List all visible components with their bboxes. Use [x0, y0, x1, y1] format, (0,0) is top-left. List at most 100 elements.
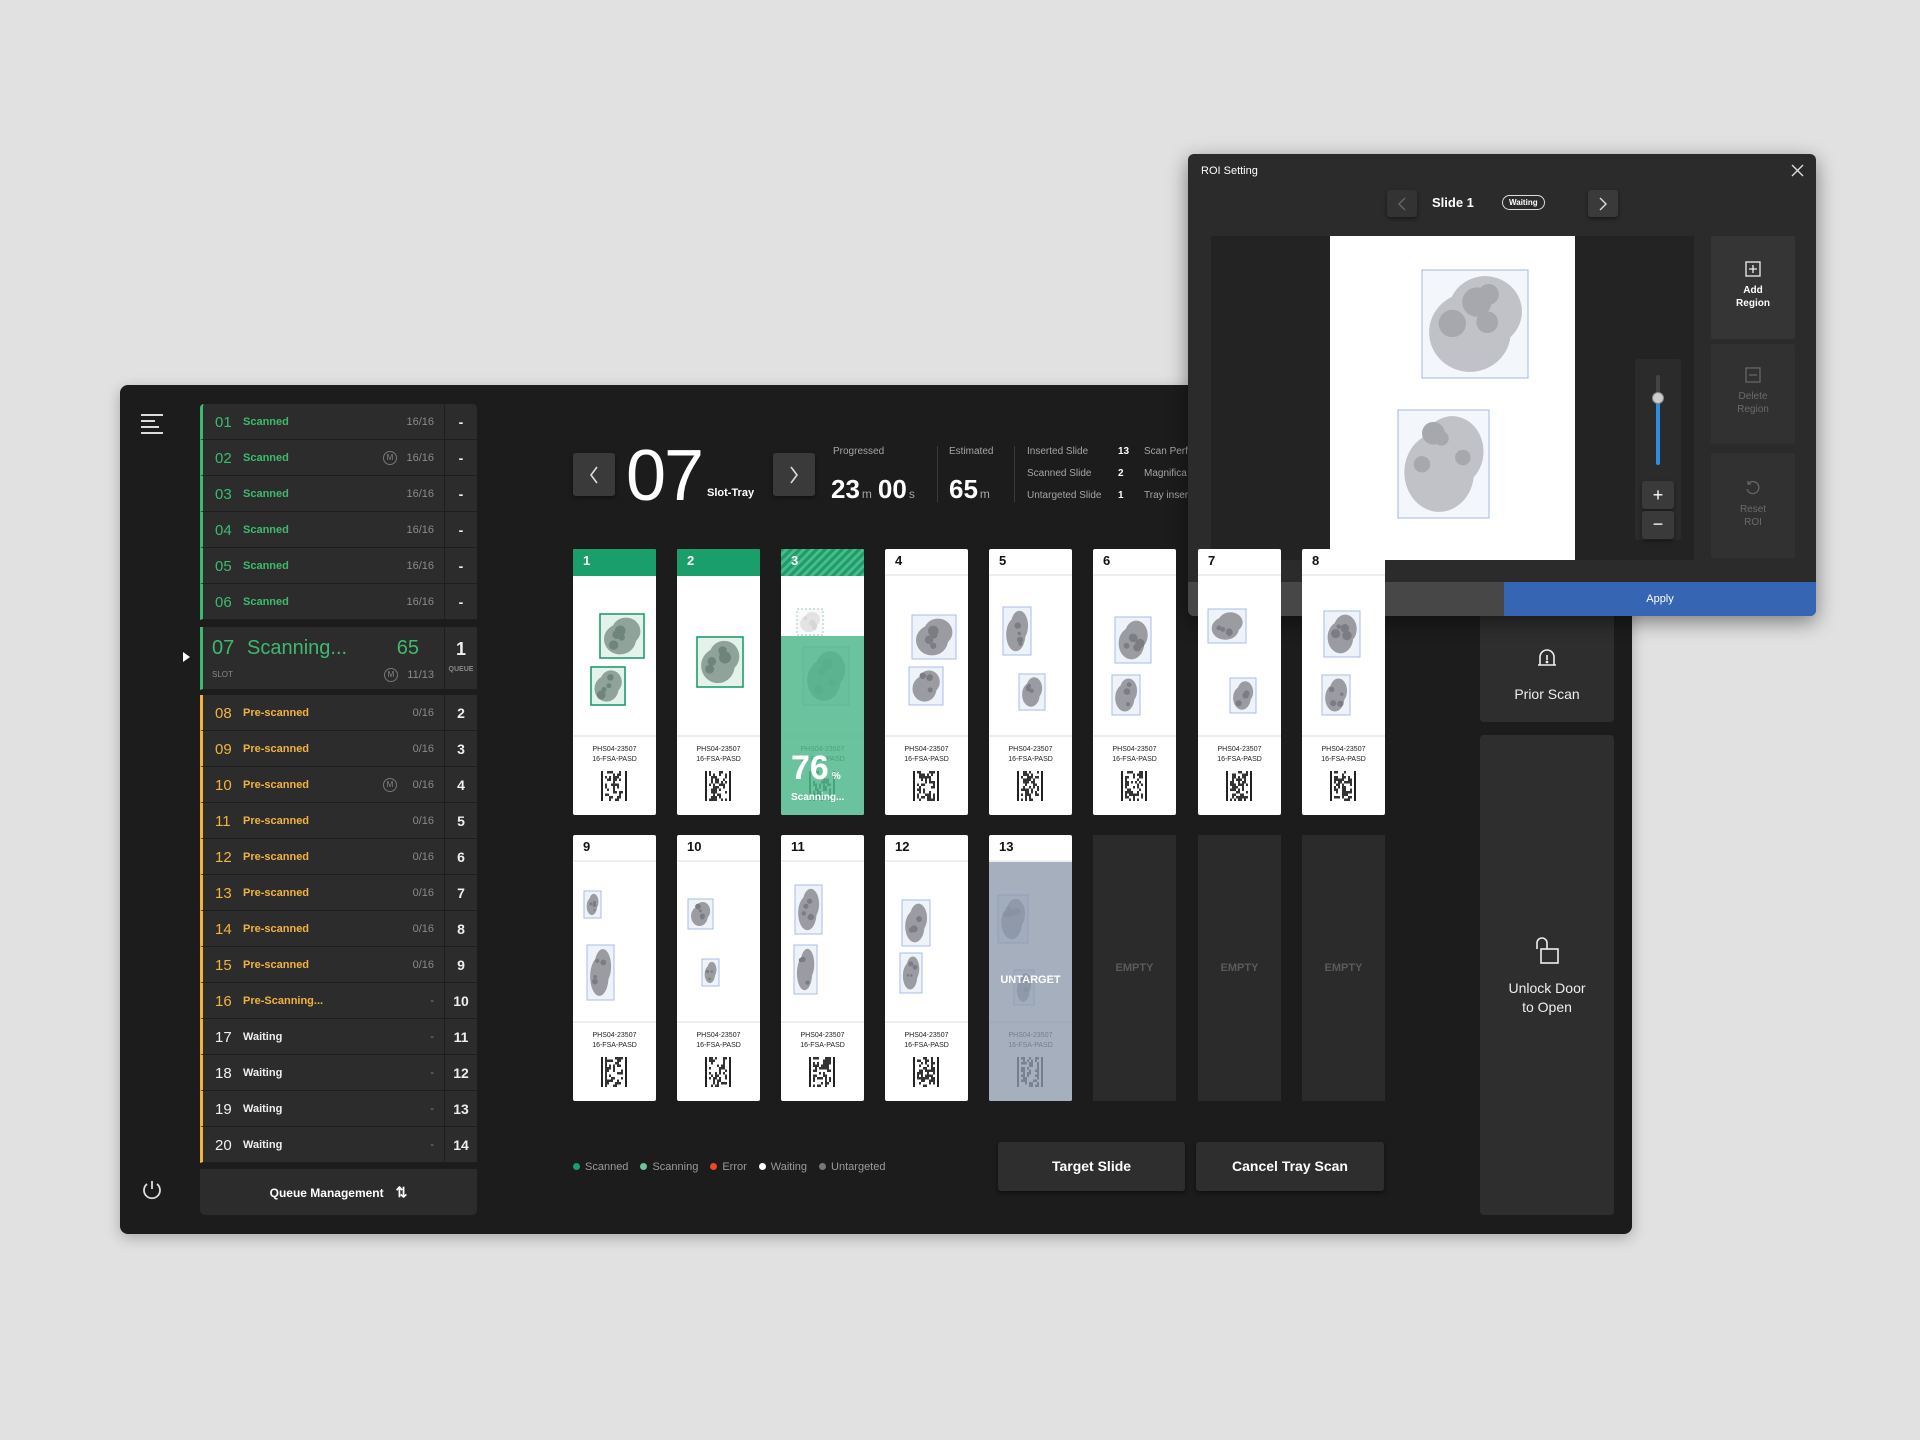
slot-number: 13 [215, 885, 232, 902]
slot-row[interactable]: 10 Pre-scanned 0/16 M 4 [200, 767, 477, 803]
slide-label: PHS04-23507 16-FSA-PASD [573, 745, 656, 765]
slot-status: Pre-scanned [243, 815, 310, 827]
progressed-time: 23 m 00 s [831, 474, 915, 504]
divider [1198, 735, 1281, 737]
slot-row[interactable]: 12 Pre-scanned 0/16 6 [200, 839, 477, 875]
queue-cell: 13 [444, 1091, 477, 1126]
legend-item: Scanned [573, 1161, 628, 1173]
slot-count: 0/16 [412, 887, 434, 899]
next-slide-button[interactable] [1588, 190, 1618, 217]
queue-management-button[interactable]: Queue Management ⇅ [200, 1169, 477, 1215]
slot-row[interactable]: 04 Scanned 16/16- [200, 512, 477, 548]
estimated-label: Estimated [949, 446, 994, 457]
slot-row[interactable]: 05 Scanned 16/16- [200, 548, 477, 584]
slot-status: Scanned [243, 488, 289, 500]
slide-number: 1 [573, 549, 656, 576]
slide-card[interactable]: PHS04-23507 16-FSA-PASD 6 [1093, 549, 1176, 815]
legend-dot-icon [710, 1163, 718, 1170]
scan-progress-overlay [781, 636, 864, 815]
divider [1014, 446, 1015, 502]
slot-row[interactable]: 09 Pre-scanned 0/16 3 [200, 731, 477, 767]
slide-card[interactable]: PHS04-23507 16-FSA-PASD 7 [1198, 549, 1281, 815]
minus-icon: − [1652, 514, 1664, 534]
slot-row[interactable]: 01 Scanned 16/16- [200, 404, 477, 440]
slot-row[interactable]: 19 Waiting -13 [200, 1091, 477, 1127]
slot-row[interactable]: 03 Scanned 16/16- [200, 476, 477, 512]
slide-id-line: PHS04-23507 [592, 1032, 637, 1039]
close-icon[interactable] [1791, 164, 1804, 177]
slot-row[interactable]: 11 Pre-scanned 0/16 5 [200, 803, 477, 839]
legend-dot-icon [758, 1163, 766, 1170]
slot-row[interactable]: 18 Waiting -12 [200, 1055, 477, 1091]
divider [885, 735, 968, 737]
slot-number: 14 [215, 921, 232, 938]
slot-number: 02 [215, 450, 232, 467]
slot-row[interactable]: 02 Scanned 16/16 M - [200, 440, 477, 476]
slide-card[interactable]: PHS04-23507 16-FSA-PASD 1 [573, 549, 656, 815]
slide-card[interactable]: PHS04-23507 16-FSA-PASD 12 [885, 835, 968, 1101]
prev-slot-button[interactable] [573, 453, 615, 496]
slot-row[interactable]: 08 Pre-scanned 0/16 2 [200, 695, 477, 731]
slot-row[interactable]: 07 Scanning... 65 SLOT 11/13 M 1 QUEUE [200, 627, 477, 690]
delete-region-button[interactable]: Delete Region [1711, 344, 1795, 444]
status-badge: Waiting [1502, 195, 1545, 210]
queue-management-label: Queue Management [269, 1186, 384, 1200]
slide-number: 7 [1198, 549, 1281, 576]
zoom-slider-handle[interactable] [1652, 391, 1664, 404]
menu-icon[interactable] [141, 414, 163, 434]
stat-label: Inserted Slide [1027, 446, 1089, 457]
slide-id-line: 16-FSA-PASD [1217, 756, 1262, 763]
slide-card[interactable]: PHS04-23507 16-FSA-PASD 4 [885, 549, 968, 815]
slide-card[interactable]: PHS04-23507 16-FSA-PASD 11 [781, 835, 864, 1101]
slot-row[interactable]: 13 Pre-scanned 0/16 7 [200, 875, 477, 911]
slide-label: PHS04-23507 16-FSA-PASD [885, 1031, 968, 1051]
queue-cell: - [444, 512, 477, 547]
unlock-door-button[interactable]: Unlock Door to Open [1480, 735, 1614, 1215]
queue-cell: - [444, 440, 477, 475]
slot-count: 0/16 [412, 743, 434, 755]
slot-row[interactable]: 16 Pre-Scanning... -10 [200, 983, 477, 1019]
slot-row[interactable]: 14 Pre-scanned 0/16 8 [200, 911, 477, 947]
magnification-badge: M [383, 451, 397, 465]
slot-status: Scanned [243, 416, 289, 428]
slide-card[interactable]: PHS04-23507 16-FSA-PASD 8 [1302, 549, 1385, 815]
stat-label: Tray inser [1144, 490, 1189, 501]
next-slot-button[interactable] [773, 453, 815, 496]
slide-card[interactable]: PHS04-23507 16-FSA-PASD 9 [573, 835, 656, 1101]
add-region-button[interactable]: Add Region [1711, 236, 1795, 339]
zoom-slider-fill [1656, 397, 1660, 465]
target-slide-button[interactable]: Target Slide [998, 1142, 1185, 1191]
slide-card[interactable]: PHS04-2350716-FSA-PASD13UNTARGET [989, 835, 1072, 1101]
reset-roi-button[interactable]: Reset ROI [1711, 453, 1795, 558]
slide-card[interactable]: PHS04-2350716-FSA-PASD376%Scanning... [781, 549, 864, 815]
zoom-out-button[interactable]: − [1642, 511, 1674, 539]
slide-id-line: 16-FSA-PASD [904, 756, 949, 763]
slot-row[interactable]: 06 Scanned 16/16- [200, 584, 477, 620]
slide-title: Slide 1 [1432, 195, 1474, 210]
zoom-in-button[interactable]: + [1642, 481, 1674, 509]
slot-number: 04 [215, 522, 232, 539]
prev-slide-button[interactable] [1387, 190, 1417, 217]
divider [677, 735, 760, 737]
slot-row[interactable]: 15 Pre-scanned 0/16 9 [200, 947, 477, 983]
slide-card[interactable]: PHS04-23507 16-FSA-PASD 2 [677, 549, 760, 815]
empty-slot: EMPTY [1093, 835, 1176, 1101]
slot-row[interactable]: 20 Waiting -14 [200, 1127, 477, 1163]
queue-cell: - [444, 548, 477, 583]
progress-unit: % [831, 771, 841, 782]
slide-image[interactable] [1330, 236, 1575, 560]
slot-count: 16/16 [406, 524, 434, 536]
slot-status: Pre-Scanning... [243, 995, 324, 1007]
slide-id-line: 16-FSA-PASD [800, 1042, 845, 1049]
slide-card[interactable]: PHS04-23507 16-FSA-PASD 10 [677, 835, 760, 1101]
cancel-tray-scan-button[interactable]: Cancel Tray Scan [1196, 1142, 1384, 1191]
legend-item: Scanning [640, 1161, 698, 1173]
slide-card[interactable]: PHS04-23507 16-FSA-PASD 5 [989, 549, 1072, 815]
slide-number: 9 [573, 835, 656, 862]
apply-button[interactable]: Apply [1504, 582, 1816, 616]
power-icon[interactable] [140, 1178, 164, 1202]
slot-count: 16/16 [406, 596, 434, 608]
barcode-icon [1226, 771, 1252, 801]
slot-row[interactable]: 17 Waiting -11 [200, 1019, 477, 1055]
barcode-icon [601, 771, 627, 801]
